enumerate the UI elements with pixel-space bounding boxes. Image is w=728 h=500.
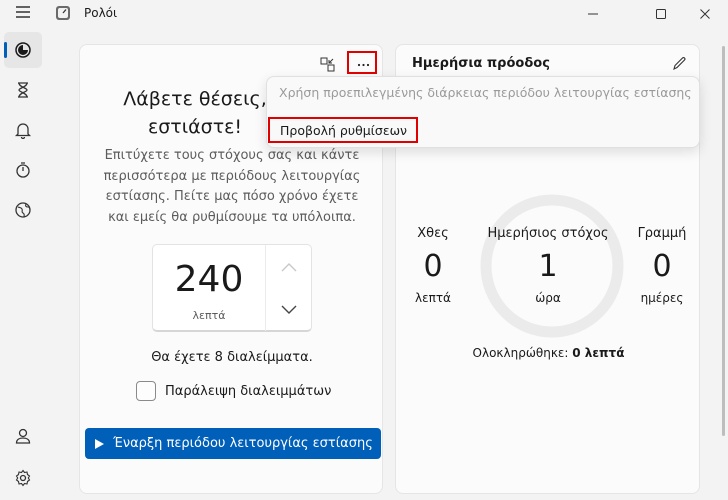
breaks-info: Θα έχετε 8 διαλείμματα. <box>151 350 313 365</box>
minimize-button[interactable] <box>570 0 616 28</box>
nav-stopwatch[interactable] <box>4 152 42 188</box>
yesterday-label: Χθες <box>417 226 449 241</box>
skip-breaks-checkbox[interactable] <box>136 381 156 401</box>
focus-title: Λάβετε θέσεις, εστιάστε! <box>123 88 267 138</box>
view-settings-highlight <box>268 117 418 143</box>
increase-button[interactable] <box>266 245 312 288</box>
more-button-highlight <box>347 51 377 74</box>
start-focus-label: Έναρξη περιόδου λειτουργίας εστίασης <box>113 436 373 451</box>
app-title: Ρολόι <box>84 6 118 20</box>
focus-description: Επιτύχετε τους στόχους σας και κάντε περ… <box>103 148 361 225</box>
menu-icon <box>16 6 30 18</box>
start-focus-button[interactable]: Έναρξη περιόδου λειτουργίας εστίασης <box>85 428 381 459</box>
completed-summary: Ολοκληρώθηκε: 0 λεπτά <box>396 346 701 360</box>
account-button[interactable] <box>4 418 42 454</box>
title-bar: Ρολόι <box>46 0 728 28</box>
nav-timer[interactable] <box>4 72 42 108</box>
focus-icon <box>15 42 31 58</box>
goal-label: Ημερήσιος στόχος <box>487 226 609 241</box>
skip-breaks-label[interactable]: Παράλειψη διαλειμμάτων <box>165 384 331 399</box>
streak-stat: Γραμμή 0 ημέρες <box>632 226 692 305</box>
play-icon <box>95 438 105 449</box>
duration-value[interactable]: 240 <box>153 259 265 300</box>
goal-stat: Ημερήσιος στόχος 1 ώρα <box>478 226 618 305</box>
yesterday-stat: Χθες 0 λεπτά <box>404 226 462 305</box>
decrease-button[interactable] <box>266 288 312 331</box>
skip-breaks-row[interactable]: Παράλειψη διαλειμμάτων <box>136 381 331 401</box>
nav-alarm[interactable] <box>4 112 42 148</box>
compact-overlay-icon <box>320 57 334 71</box>
maximize-icon <box>656 9 666 19</box>
streak-unit: ημέρες <box>640 291 684 305</box>
stopwatch-icon <box>16 162 30 178</box>
duration-unit: λεπτά <box>192 309 226 322</box>
completed-label: Ολοκληρώθηκε: <box>472 346 569 360</box>
hourglass-icon <box>18 82 28 98</box>
yesterday-value: 0 <box>423 249 443 284</box>
globe-icon <box>15 202 31 218</box>
streak-value: 0 <box>652 249 672 284</box>
streak-label: Γραμμή <box>637 226 687 241</box>
pencil-icon <box>672 56 685 70</box>
chevron-down-icon <box>281 305 297 314</box>
menu-button[interactable] <box>4 0 42 30</box>
goal-unit: ώρα <box>535 291 561 305</box>
settings-icon <box>15 469 31 487</box>
account-icon <box>15 428 31 444</box>
close-button[interactable] <box>682 0 728 28</box>
chevron-up-icon <box>281 262 297 271</box>
minimize-icon <box>588 13 598 15</box>
bell-icon <box>14 123 32 139</box>
nav-rail <box>0 0 46 500</box>
settings-button[interactable] <box>4 460 42 496</box>
nav-focus[interactable] <box>4 32 42 68</box>
compact-overlay-button[interactable] <box>316 53 338 75</box>
close-icon <box>700 9 710 19</box>
goal-value: 1 <box>538 249 558 284</box>
edit-goal-button[interactable] <box>669 53 689 73</box>
clock-app-icon <box>56 6 70 20</box>
nav-world-clock[interactable] <box>4 192 42 228</box>
maximize-button[interactable] <box>638 0 684 28</box>
scrollbar[interactable] <box>722 46 725 436</box>
menu-item-default-duration: Χρήση προεπιλεγμένης διάρκειας περιόδου … <box>279 85 692 100</box>
yesterday-unit: λεπτά <box>415 291 451 305</box>
daily-progress-title: Ημερήσια πρόοδος <box>412 56 550 71</box>
duration-picker[interactable]: 240 λεπτά <box>152 244 312 332</box>
completed-value: 0 λεπτά <box>572 346 625 360</box>
